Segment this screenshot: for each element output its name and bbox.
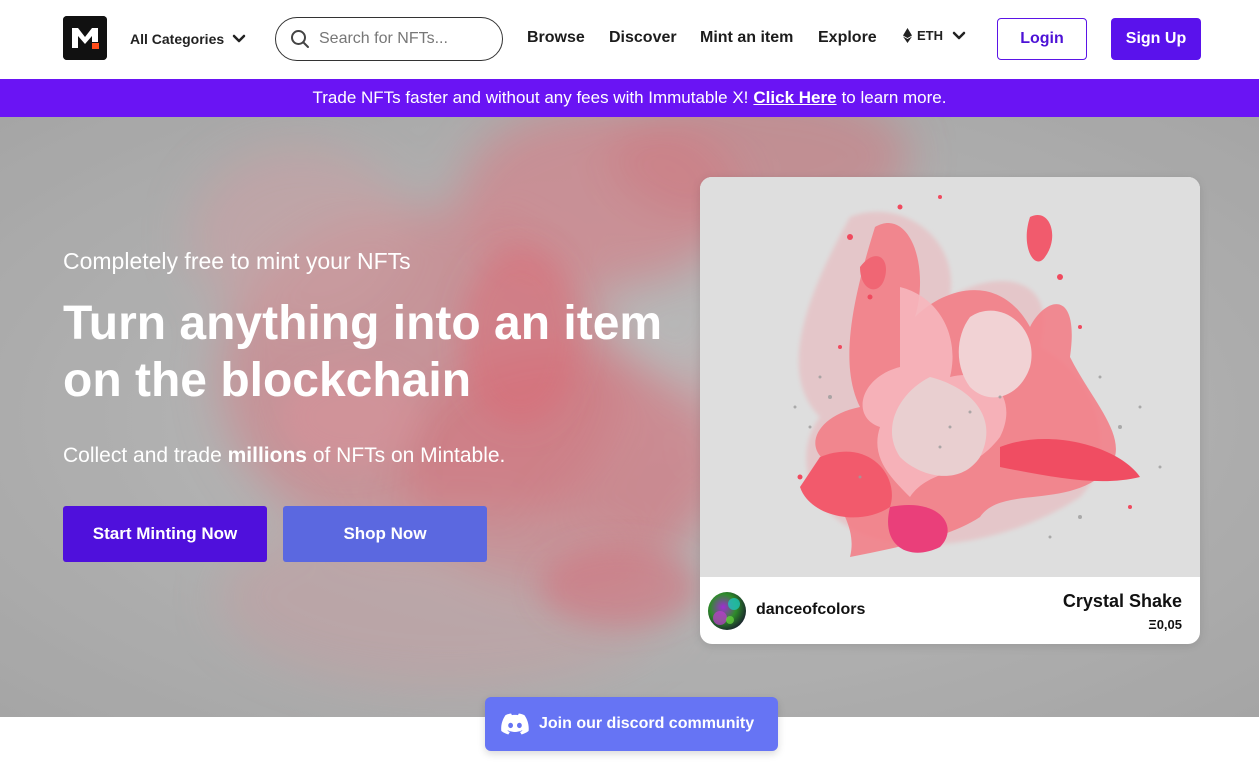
banner-click-here-link[interactable]: Click Here — [753, 88, 836, 108]
nav-mint-an-item[interactable]: Mint an item — [700, 28, 793, 48]
hero-description: Collect and trade millions of NFTs on Mi… — [63, 444, 505, 468]
discord-community-button[interactable]: Join our discord community — [485, 697, 778, 751]
avatar-image — [708, 592, 746, 630]
discord-icon — [501, 713, 529, 735]
banner-text-after: to learn more. — [841, 88, 947, 107]
search-input[interactable] — [319, 30, 489, 48]
search-box — [275, 17, 503, 61]
creator-name[interactable]: danceofcolors — [756, 601, 865, 619]
nft-name: Crystal Shake — [1062, 591, 1182, 611]
category-select-label: All Categories — [130, 31, 225, 47]
currency-select[interactable]: ETH — [903, 28, 966, 43]
nft-artwork-image — [700, 177, 1200, 577]
promo-banner: Trade NFTs faster and without any fees w… — [0, 79, 1259, 117]
discord-button-label: Join our discord community — [539, 715, 755, 732]
nav-browse[interactable]: Browse — [527, 28, 585, 48]
nft-price: Ξ0,05 — [1148, 617, 1182, 632]
shop-now-button[interactable]: Shop Now — [283, 506, 487, 562]
featured-nft-card[interactable]: danceofcolors Crystal Shake Ξ0,05 — [700, 177, 1200, 644]
hero-subtitle: Completely free to mint your NFTs — [63, 248, 411, 274]
hero-desc-before: Collect and trade — [63, 444, 222, 467]
chevron-down-icon — [232, 34, 246, 43]
creator-avatar[interactable] — [708, 592, 746, 630]
mintable-logo[interactable] — [63, 16, 107, 60]
nav-explore[interactable]: Explore — [818, 28, 877, 48]
signup-button[interactable]: Sign Up — [1111, 18, 1201, 60]
top-header: All Categories Browse Discover Mint an i… — [0, 0, 1259, 79]
search-icon — [291, 30, 309, 48]
login-button[interactable]: Login — [997, 18, 1087, 60]
hero-section: Completely free to mint your NFTs Turn a… — [0, 117, 1259, 717]
hero-title: Turn anything into an item on the blockc… — [63, 297, 663, 407]
category-select[interactable]: All Categories — [130, 28, 246, 50]
logo-mark-icon — [63, 16, 107, 60]
currency-label: ETH — [917, 28, 943, 43]
start-minting-button[interactable]: Start Minting Now — [63, 506, 267, 562]
nft-card-footer: danceofcolors Crystal Shake Ξ0,05 — [700, 577, 1200, 644]
hero-desc-bold: millions — [227, 444, 307, 467]
nav-discover[interactable]: Discover — [609, 28, 677, 48]
chevron-down-icon — [952, 31, 966, 39]
banner-text: Trade NFTs faster and without any fees w… — [312, 88, 749, 107]
hero-desc-after: of NFTs on Mintable. — [312, 444, 506, 467]
ethereum-icon — [903, 28, 912, 43]
